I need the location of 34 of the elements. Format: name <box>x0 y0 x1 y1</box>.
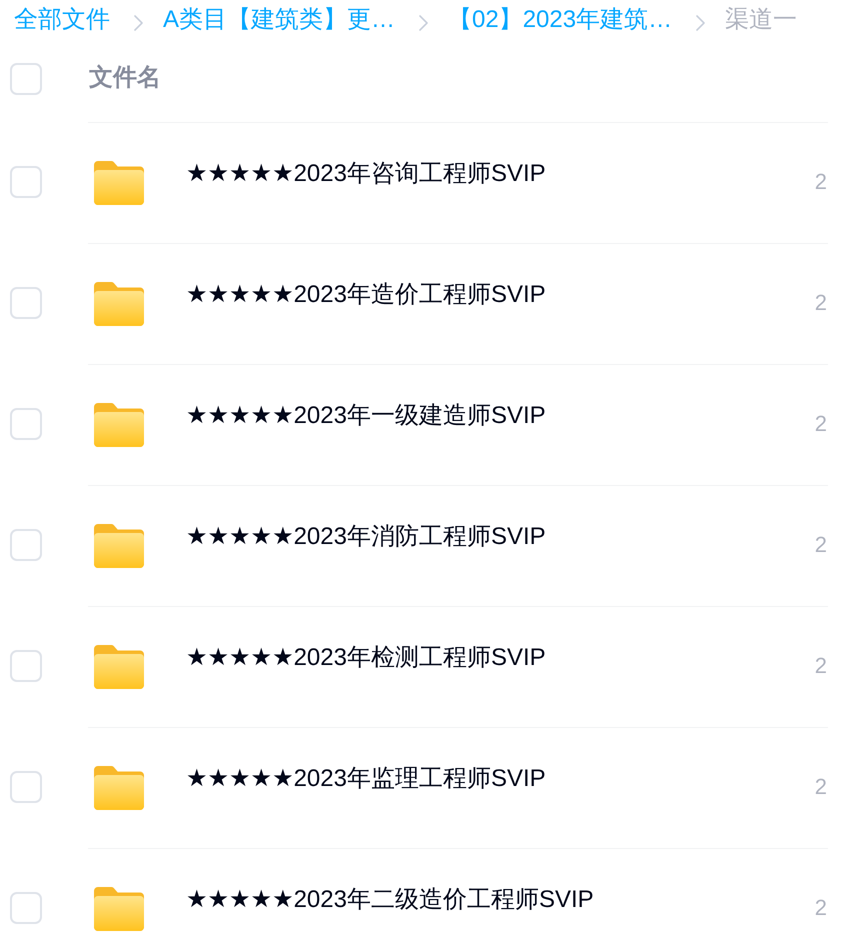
chevron-right-icon <box>696 15 706 31</box>
column-text: 2 <box>814 774 827 800</box>
row-checkbox[interactable] <box>10 166 42 198</box>
column-text: 2 <box>814 169 827 196</box>
row-checkbox[interactable] <box>10 650 42 682</box>
column-text: 2 <box>814 290 827 316</box>
breadcrumb-current: 渠道一 <box>725 6 798 34</box>
row-checkbox[interactable] <box>10 892 42 924</box>
folder-icon <box>94 645 144 689</box>
column-header: 文件名 <box>89 64 161 93</box>
chevron-right-icon <box>134 15 143 31</box>
column-text: 2 <box>814 895 827 922</box>
folder-icon <box>94 403 144 447</box>
row-checkbox[interactable] <box>10 771 42 803</box>
folder-icon <box>94 766 144 810</box>
select-all-checkbox[interactable] <box>10 62 42 94</box>
row-checkbox[interactable] <box>10 529 42 561</box>
folder-icon <box>94 524 144 568</box>
folder-name[interactable]: ★★★★★2023年一级建造师SVIP <box>186 402 546 431</box>
folder-name[interactable]: ★★★★★2023年监理工程师SVIP <box>186 765 546 794</box>
row-checkbox[interactable] <box>10 408 42 440</box>
folder-name[interactable]: ★★★★★2023年消防工程师SVIP <box>186 523 546 552</box>
column-text: 2 <box>814 411 827 438</box>
folder-name[interactable]: ★★★★★2023年咨询工程师SVIP <box>186 160 546 189</box>
folder-icon <box>94 887 144 931</box>
column-text: 2 <box>814 532 827 558</box>
column-text: 2 <box>814 653 827 680</box>
row-checkbox[interactable] <box>10 287 42 319</box>
chevron-right-icon <box>419 15 428 31</box>
folder-name[interactable]: ★★★★★2023年二级造价工程师SVIP <box>186 886 594 915</box>
folder-name[interactable]: ★★★★★2023年检测工程师SVIP <box>186 644 546 673</box>
folder-name[interactable]: ★★★★★2023年造价工程师SVIP <box>186 281 546 310</box>
folder-icon <box>94 282 144 326</box>
folder-icon <box>94 161 144 205</box>
